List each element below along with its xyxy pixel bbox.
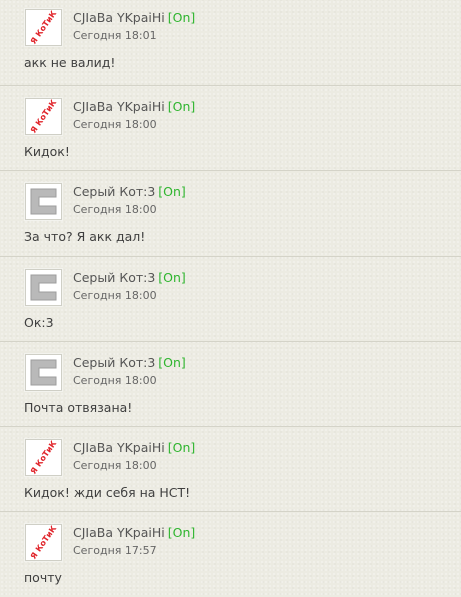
author-name[interactable]: CJIaBa YKpaiHi <box>73 440 165 455</box>
message-text: Кидок! <box>24 144 70 159</box>
online-status: [On] <box>167 525 196 541</box>
message-text: почту <box>24 570 62 586</box>
author-line: Серый Кот:3 [On] <box>73 355 186 370</box>
message-item: Я КоТиК CJIaBa YKpaiHi [On] Сегодня 18:00… <box>0 426 461 511</box>
message-item: Я КоТиК CJIaBa YKpaiHi [On] Сегодня 17:57… <box>0 511 461 596</box>
message-feed: Я КоТиК CJIaBa YKpaiHi [On] Сегодня 18:01… <box>0 0 461 597</box>
author-line: CJIaBa YKpaiHi [On] <box>73 525 195 540</box>
avatar[interactable]: Я КоТиК <box>25 439 62 477</box>
online-status: [On] <box>158 354 186 370</box>
online-status: [On] <box>167 99 196 114</box>
timestamp: Сегодня 18:00 <box>73 459 157 473</box>
timestamp: Сегодня 18:01 <box>73 29 157 42</box>
gray-c-avatar-icon <box>26 184 61 220</box>
author-name[interactable]: Серый Кот:3 <box>73 270 155 285</box>
avatar[interactable] <box>25 268 62 306</box>
message-text: акк не валид! <box>24 55 116 70</box>
author-name[interactable]: CJIaBa YKpaiHi <box>73 99 165 114</box>
gray-c-avatar-icon <box>26 354 61 390</box>
avatar[interactable]: Я КоТиК <box>25 524 62 562</box>
avatar[interactable] <box>25 353 62 391</box>
author-line: CJIaBa YKpaiHi [On] <box>73 99 195 114</box>
ya-kotik-avatar-icon: Я КоТиК <box>26 440 61 476</box>
online-status: [On] <box>167 440 196 456</box>
message-text: Почта отвязана! <box>24 399 133 415</box>
timestamp: Сегодня 18:00 <box>73 288 157 302</box>
online-status: [On] <box>158 184 186 200</box>
message-text: За что? Я акк дал! <box>24 229 146 245</box>
online-status: [On] <box>167 10 196 25</box>
message-text: Ок:3 <box>24 314 54 330</box>
message-item: Серый Кот:3 [On] Сегодня 18:00 Почта отвя… <box>0 340 461 426</box>
avatar[interactable]: Я КоТиК <box>25 9 62 46</box>
author-name[interactable]: Серый Кот:3 <box>73 355 155 370</box>
author-line: Серый Кот:3 [On] <box>73 270 186 285</box>
author-name[interactable]: Серый Кот:3 <box>73 184 155 199</box>
ya-kotik-avatar-icon: Я КоТиК <box>26 10 61 45</box>
avatar[interactable]: Я КоТиК <box>25 98 62 135</box>
ya-kotik-avatar-icon: Я КоТиК <box>26 99 61 134</box>
message-text: Кидок! жди себя на НСТ! <box>24 485 191 501</box>
message-item: Серый Кот:3 [On] Сегодня 18:00 За что? Я … <box>0 170 461 255</box>
avatar[interactable] <box>25 183 62 221</box>
timestamp: Сегодня 17:57 <box>73 544 157 558</box>
message-item: Серый Кот:3 [On] Сегодня 18:00 Ок:3 <box>0 255 461 341</box>
author-line: Серый Кот:3 [On] <box>73 184 186 199</box>
timestamp: Сегодня 18:00 <box>73 118 157 131</box>
message-item: Я КоТиК CJIaBa YKpaiHi [On] Сегодня 18:01… <box>0 0 461 85</box>
author-name[interactable]: CJIaBa YKpaiHi <box>73 10 165 25</box>
author-line: CJIaBa YKpaiHi [On] <box>73 10 195 25</box>
timestamp: Сегодня 18:00 <box>73 203 157 217</box>
message-item: Я КоТиК CJIaBa YKpaiHi [On] Сегодня 18:00… <box>0 85 461 170</box>
author-name[interactable]: CJIaBa YKpaiHi <box>73 525 165 540</box>
online-status: [On] <box>158 269 186 285</box>
gray-c-avatar-icon <box>26 269 61 305</box>
ya-kotik-avatar-icon: Я КоТиК <box>26 525 61 561</box>
author-line: CJIaBa YKpaiHi [On] <box>73 440 195 455</box>
timestamp: Сегодня 18:00 <box>73 373 157 387</box>
